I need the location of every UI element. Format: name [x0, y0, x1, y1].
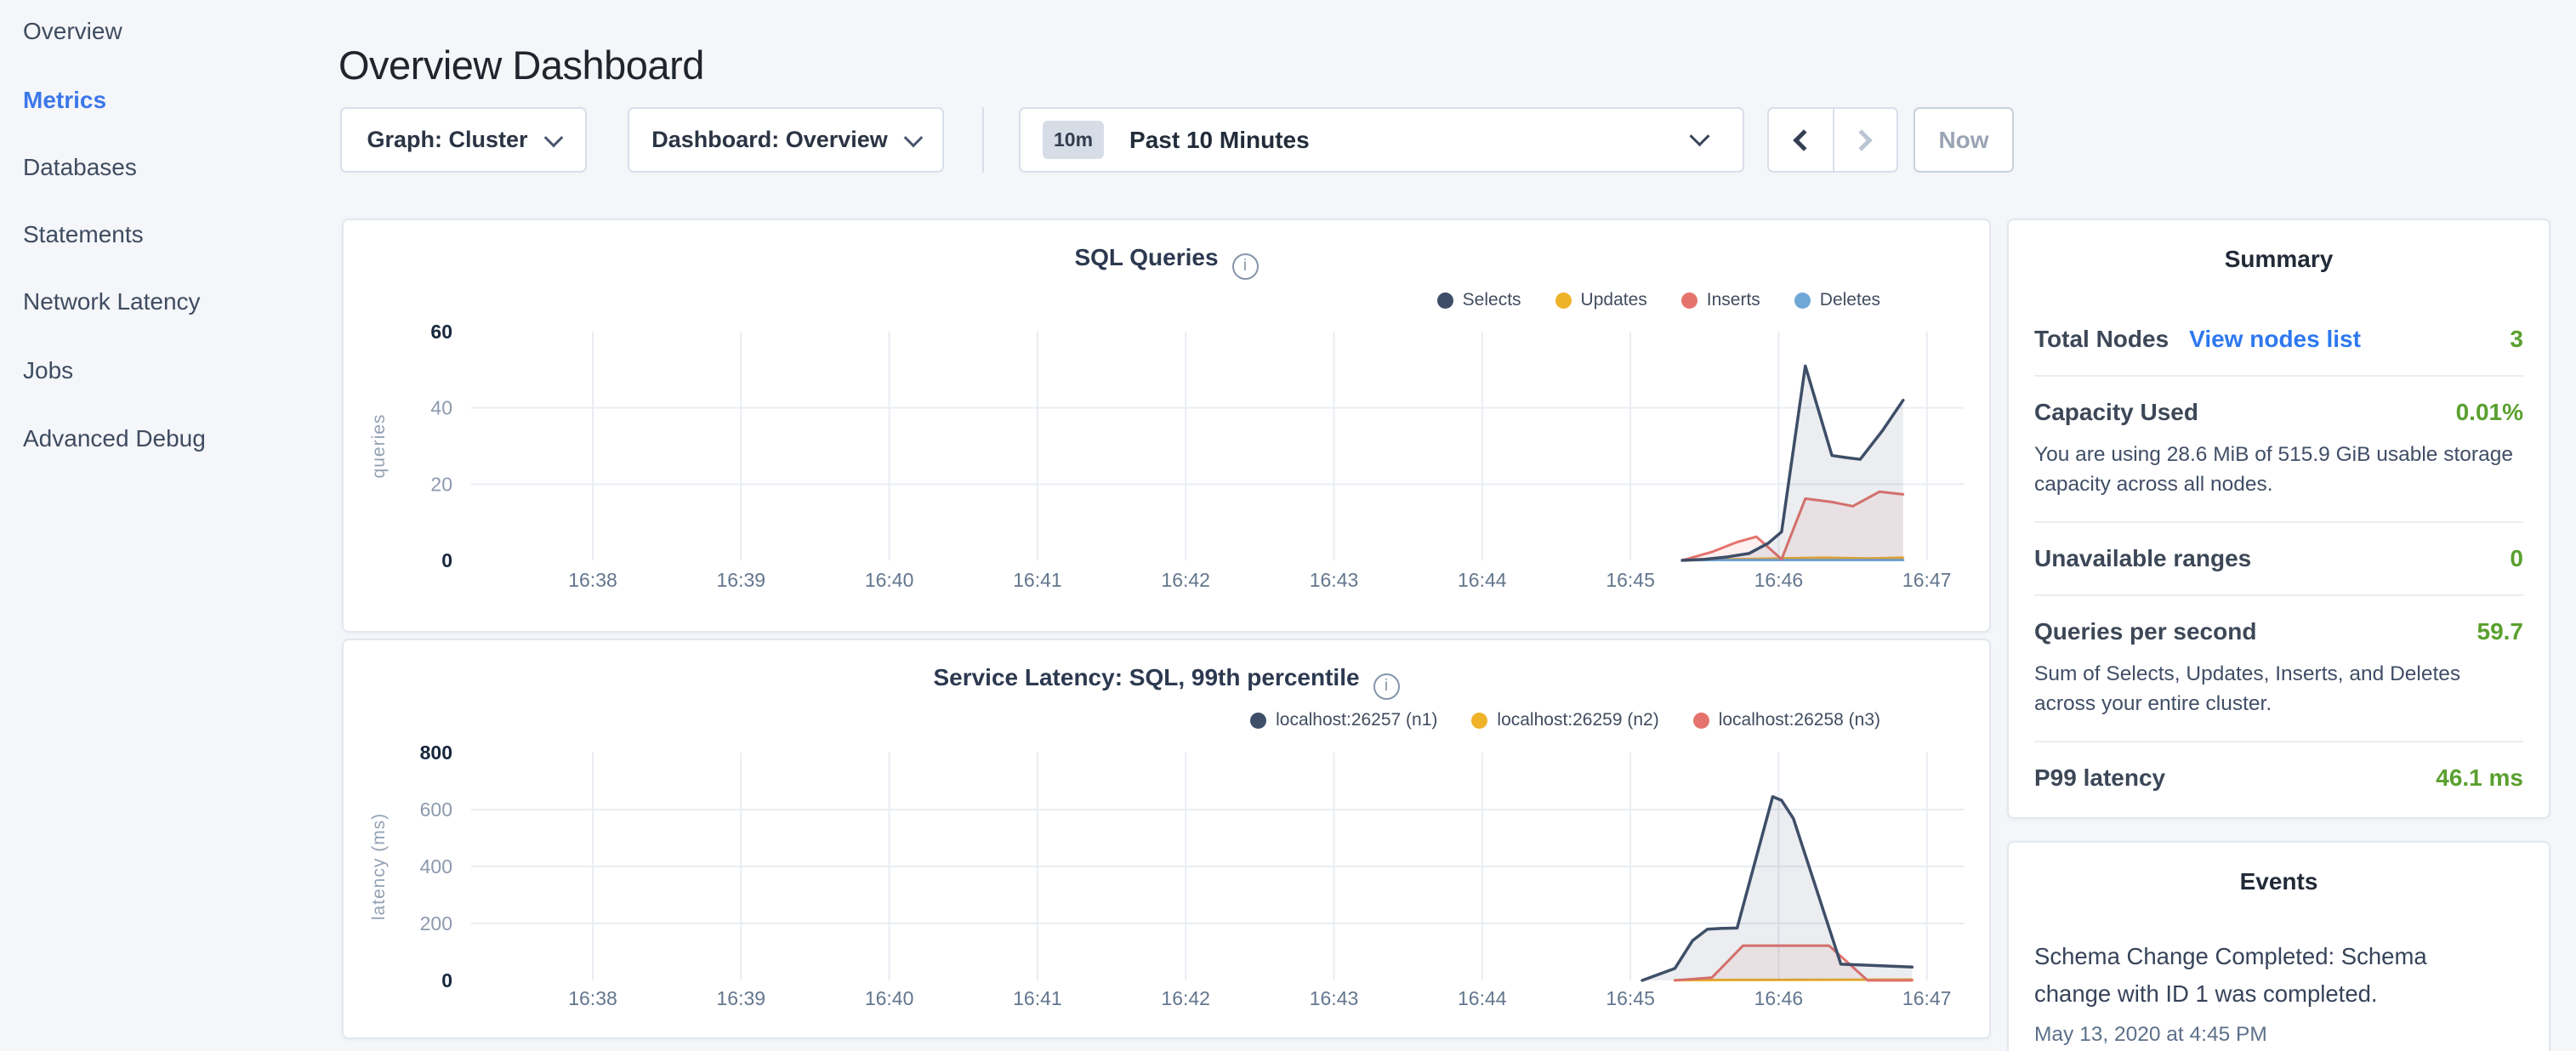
- svg-text:16:40: 16:40: [865, 569, 914, 591]
- svg-text:16:41: 16:41: [1013, 987, 1062, 1009]
- svg-text:16:42: 16:42: [1161, 569, 1210, 591]
- svg-text:16:47: 16:47: [1902, 569, 1952, 591]
- graph-scope-dropdown[interactable]: Graph: Cluster: [340, 107, 587, 173]
- svg-text:16:45: 16:45: [1606, 569, 1655, 591]
- svg-text:16:39: 16:39: [717, 987, 766, 1009]
- sidebar-item-databases[interactable]: Databases: [23, 154, 137, 181]
- svg-text:200: 200: [420, 912, 452, 935]
- time-shift-forward-button[interactable]: [1833, 109, 1896, 171]
- summary-row-description: Sum of Selects, Updates, Inserts, and De…: [2034, 659, 2523, 719]
- summary-row-queries-per-second: Queries per second 59.7 Sum of Selects, …: [2034, 596, 2523, 742]
- time-range-badge: 10m: [1043, 121, 1104, 159]
- chevron-left-icon: [1794, 129, 1815, 151]
- page-title: Overview Dashboard: [338, 42, 704, 88]
- svg-text:16:40: 16:40: [865, 987, 914, 1009]
- chevron-down-icon: [1689, 126, 1709, 146]
- sidebar-item-overview[interactable]: Overview: [23, 18, 122, 45]
- svg-text:16:38: 16:38: [568, 987, 617, 1009]
- cluster-summary-panel: Summary Total Nodes View nodes list 3 Ca…: [2007, 219, 2550, 819]
- svg-text:16:44: 16:44: [1458, 569, 1507, 591]
- service-latency-chart-card: Service Latency: SQL, 99th percentilei l…: [342, 639, 1991, 1039]
- svg-text:queries: queries: [369, 414, 389, 479]
- summary-rows: Total Nodes View nodes list 3 Capacity U…: [2034, 304, 2523, 814]
- sql-queries-chart-canvas: 16:38 16:39 16:40 16:41 16:42 16:43 16:44 16:45…: [344, 220, 1989, 631]
- events-panel-title: Events: [2034, 868, 2523, 895]
- toolbar-divider: [982, 107, 984, 173]
- summary-row-value: 3: [2510, 326, 2523, 353]
- summary-row-value: 46.1 ms: [2436, 764, 2523, 792]
- summary-row-p99-latency: P99 latency 46.1 ms: [2034, 742, 2523, 814]
- event-message[interactable]: Schema Change Completed: Schema change w…: [2034, 938, 2468, 1013]
- chevron-right-icon: [1851, 129, 1873, 151]
- sidebar-item-jobs[interactable]: Jobs: [23, 357, 73, 384]
- sidebar-item-metrics[interactable]: Metrics: [23, 87, 106, 114]
- view-nodes-list-link[interactable]: View nodes list: [2189, 326, 2361, 353]
- svg-text:16:47: 16:47: [1902, 987, 1952, 1009]
- graph-scope-dropdown-label: Graph: Cluster: [367, 127, 527, 153]
- svg-text:16:44: 16:44: [1458, 987, 1507, 1009]
- summary-row-unavailable-ranges: Unavailable ranges 0: [2034, 523, 2523, 596]
- svg-text:20: 20: [430, 473, 452, 495]
- svg-text:40: 40: [430, 397, 452, 419]
- summary-row-label: Queries per second: [2034, 618, 2256, 645]
- svg-text:16:42: 16:42: [1161, 987, 1210, 1009]
- event-timestamp: May 13, 2020 at 4:45 PM: [2034, 1023, 2523, 1047]
- svg-text:16:38: 16:38: [568, 569, 617, 591]
- summary-row-label: Total Nodes: [2034, 326, 2169, 353]
- svg-text:600: 600: [420, 798, 452, 821]
- svg-text:400: 400: [420, 855, 452, 878]
- summary-row-total-nodes: Total Nodes View nodes list 3: [2034, 304, 2523, 377]
- chevron-down-icon: [543, 128, 563, 147]
- svg-text:60: 60: [430, 321, 452, 343]
- svg-text:16:46: 16:46: [1754, 987, 1804, 1009]
- time-range-dropdown[interactable]: 10m Past 10 Minutes: [1019, 107, 1744, 173]
- sql-queries-chart-card: SQL Queriesi SelectsUpdatesInsertsDelete…: [342, 219, 1991, 633]
- svg-text:latency (ms): latency (ms): [369, 813, 389, 920]
- sidebar-item-network-latency[interactable]: Network Latency: [23, 288, 201, 315]
- summary-row-value: 59.7: [2477, 618, 2524, 645]
- dashboard-dropdown-label: Dashboard: Overview: [651, 127, 888, 153]
- time-shift-back-button[interactable]: [1769, 109, 1833, 171]
- summary-panel-title: Summary: [2034, 246, 2523, 273]
- summary-row-value: 0: [2510, 545, 2523, 572]
- sidebar-item-advanced-debug[interactable]: Advanced Debug: [23, 425, 206, 452]
- summary-row-label: Capacity Used: [2034, 399, 2198, 426]
- now-button[interactable]: Now: [1914, 107, 2014, 173]
- svg-text:0: 0: [441, 969, 452, 991]
- summary-row-label: Unavailable ranges: [2034, 545, 2251, 572]
- summary-row-capacity-used: Capacity Used 0.01% You are using 28.6 M…: [2034, 377, 2523, 523]
- summary-row-label: P99 latency: [2034, 764, 2165, 792]
- svg-text:16:45: 16:45: [1606, 987, 1655, 1009]
- svg-text:16:46: 16:46: [1754, 569, 1804, 591]
- sidebar-item-statements[interactable]: Statements: [23, 221, 144, 248]
- time-shift-button-group: [1767, 107, 1898, 173]
- time-range-label: Past 10 Minutes: [1129, 127, 1310, 154]
- summary-row-value: 0.01%: [2456, 399, 2523, 426]
- events-panel: Events Schema Change Completed: Schema c…: [2007, 841, 2550, 1051]
- admin-ui-root: Overview Metrics Databases Statements Ne…: [0, 0, 2576, 1051]
- service-latency-chart-canvas: 16:38 16:39 16:40 16:41 16:42 16:43 16:44 16:45…: [344, 640, 1989, 1037]
- svg-text:16:41: 16:41: [1013, 569, 1062, 591]
- svg-text:800: 800: [420, 741, 452, 764]
- dashboard-dropdown[interactable]: Dashboard: Overview: [628, 107, 944, 173]
- svg-text:16:39: 16:39: [717, 569, 766, 591]
- chevron-down-icon: [903, 128, 923, 147]
- svg-text:16:43: 16:43: [1310, 987, 1359, 1009]
- summary-row-description: You are using 28.6 MiB of 515.9 GiB usab…: [2034, 440, 2523, 499]
- svg-text:16:43: 16:43: [1310, 569, 1359, 591]
- svg-text:0: 0: [441, 549, 452, 571]
